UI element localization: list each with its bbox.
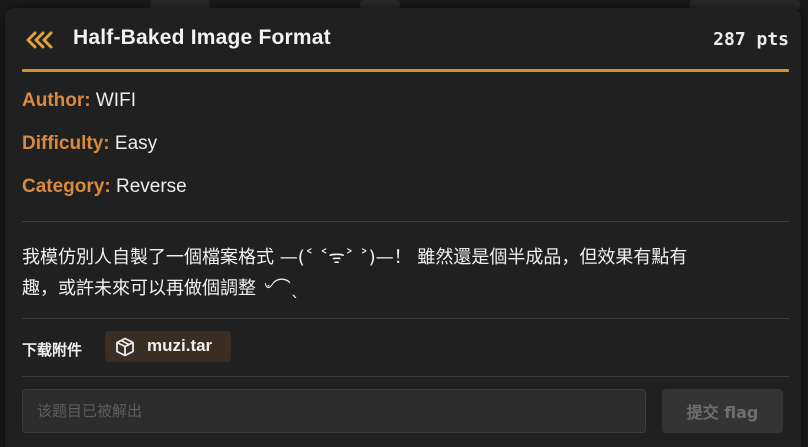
back-chevrons-icon[interactable] [25,28,55,52]
meta-author: Author: WIFI [22,90,136,112]
description-line-1: 我模仿別人自製了一個檔案格式 —(˂ ˂ᯤ˃ ˃)—！ 雖然還是個半成品，但效果… [22,247,688,268]
meta-difficulty: Difficulty: Easy [22,133,157,155]
modal-header: Half-Baked Image Format 287 pts [5,8,801,72]
divider-middle [22,318,789,319]
attachment-filename: muzi.tar [147,336,213,355]
divider-top [22,221,789,222]
challenge-title: Half-Baked Image Format [73,26,331,49]
meta-author-key: Author: [22,90,91,111]
attachment-download-link[interactable]: muzi.tar [105,331,231,362]
description-line-2: 趣，或許未來可以再做個調整 ৺⌒ˎ [22,278,300,299]
submit-flag-button[interactable]: 提交 flag [662,389,783,433]
meta-author-value: WIFI [95,90,136,111]
challenge-points: 287 pts [713,29,789,50]
challenge-modal: Half-Baked Image Format 287 pts Author: … [5,8,801,447]
package-box-icon [116,337,134,357]
meta-category: Category: Reverse [22,176,187,198]
header-accent-rule [22,69,789,72]
meta-category-value: Reverse [115,176,187,197]
meta-category-key: Category: [22,176,111,197]
divider-bottom [22,376,789,377]
meta-difficulty-key: Difficulty: [22,133,110,154]
flag-input[interactable] [22,389,646,433]
meta-difficulty-value: Easy [114,133,158,154]
attachment-label: 下载附件 [22,341,83,359]
challenge-description: 我模仿別人自製了一個檔案格式 —(˂ ˂ᯤ˃ ˃)—！ 雖然還是個半成品，但效果… [22,242,782,304]
